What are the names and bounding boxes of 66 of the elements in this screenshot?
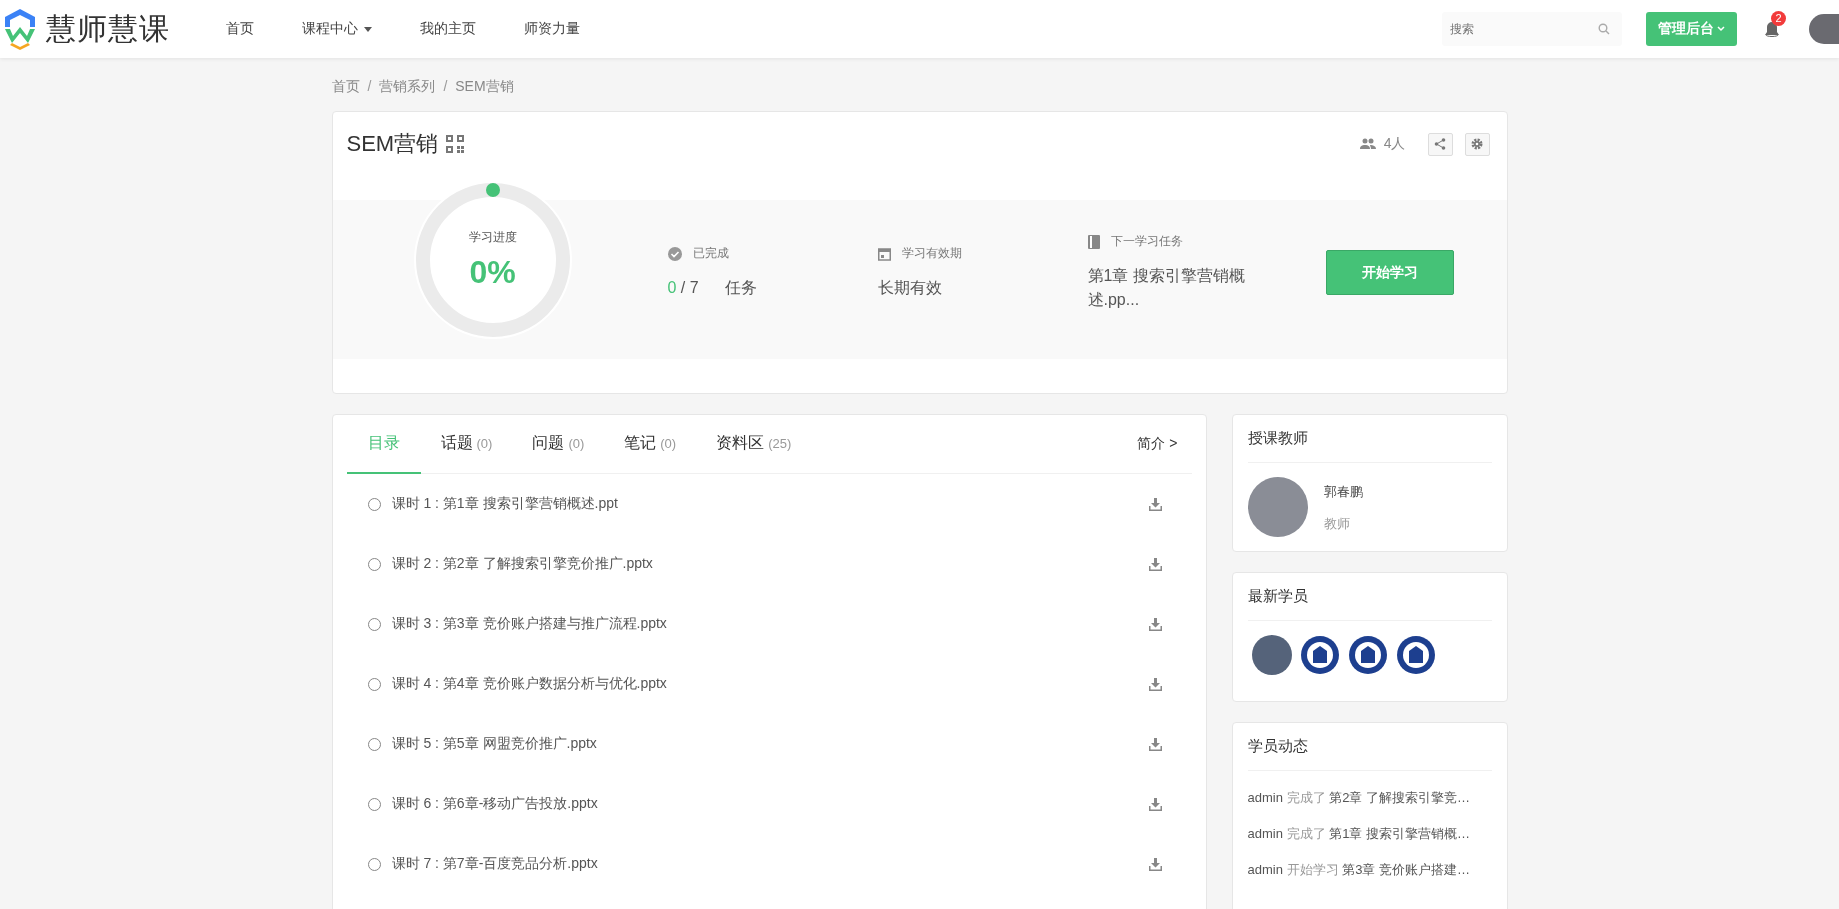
- search-field[interactable]: 搜索: [1442, 12, 1622, 46]
- student-emblem-avatar[interactable]: [1347, 635, 1388, 675]
- lesson-link[interactable]: 课时 3 : 第3章 竞价账户搭建与推广流程.pptx: [391, 615, 667, 633]
- nav-link[interactable]: 师资力量: [500, 20, 604, 38]
- check-circle-icon: [667, 246, 682, 261]
- calendar-icon: [877, 246, 891, 261]
- logo-text[interactable]: 慧师慧课: [46, 8, 170, 50]
- nav-link[interactable]: 我的主页: [396, 20, 500, 38]
- share-icon: [1434, 138, 1446, 150]
- download-icon[interactable]: [1148, 617, 1162, 631]
- lesson-link[interactable]: 课时 7 : 第7章-百度竞品分析.pptx: [391, 855, 598, 873]
- search-icon: [1598, 23, 1610, 35]
- student-emblem-avatar[interactable]: [1299, 635, 1340, 675]
- settings-icon: [1471, 138, 1483, 150]
- breadcrumb-separator: /: [367, 78, 372, 96]
- lesson-link[interactable]: 课时 2 : 第2章 了解搜索引擎竞价推广.pptx: [391, 555, 653, 573]
- lesson-link[interactable]: 课时 6 : 第6章-移动广告投放.pptx: [391, 795, 598, 813]
- download-icon[interactable]: [1148, 797, 1162, 811]
- progress-value: 0%: [469, 253, 516, 291]
- activity-entry: admin 完成了 第1章 搜索引擎营销概…: [1247, 825, 1471, 843]
- task-unit: 任务: [724, 278, 757, 298]
- nav-link[interactable]: 首页: [202, 20, 278, 38]
- section-heading: 学员动态: [1247, 723, 1492, 771]
- share-button[interactable]: [1427, 132, 1453, 156]
- stat-label: 下一学习任务: [1110, 233, 1183, 250]
- activity-entry: admin 完成了 第2章 了解搜索引擎竞…: [1247, 789, 1471, 807]
- chevron-down-icon: [1717, 26, 1725, 32]
- user-avatar[interactable]: [1809, 14, 1839, 44]
- download-icon[interactable]: [1148, 677, 1162, 691]
- teacher-role: 教师: [1323, 515, 1351, 533]
- bell-icon[interactable]: [1763, 20, 1781, 38]
- task-count: 0 / 7: [667, 278, 699, 298]
- notification-badge: 2: [1771, 11, 1786, 26]
- tab[interactable]: 问题 (0): [512, 415, 605, 474]
- download-icon[interactable]: [1148, 557, 1162, 571]
- stat-label: 已完成: [692, 245, 729, 262]
- stat-label: 学习有效期: [901, 245, 962, 262]
- lesson-link[interactable]: 课时 5 : 第5章 网盟竞价推广.pptx: [391, 735, 597, 753]
- download-icon[interactable]: [1148, 497, 1162, 511]
- course-title: SEM营销: [346, 130, 439, 158]
- member-count: 4人: [1383, 135, 1406, 153]
- download-icon[interactable]: [1148, 737, 1162, 751]
- stat-value: 长期有效: [877, 278, 942, 298]
- student-emblem-avatar[interactable]: [1395, 635, 1436, 675]
- settings-button[interactable]: [1464, 132, 1490, 156]
- nav-link[interactable]: 课程中心: [278, 20, 396, 38]
- lesson-link[interactable]: 课时 1 : 第1章 搜索引擎营销概述.ppt: [391, 495, 618, 513]
- people-icon: [1359, 138, 1376, 150]
- lesson-link[interactable]: 课时 4 : 第4章 竞价账户数据分析与优化.pptx: [391, 675, 667, 693]
- activity-entry: admin 开始学习 第3章 竞价账户搭建…: [1247, 861, 1471, 879]
- book-icon: [1087, 234, 1100, 249]
- logo-icon: [2, 7, 38, 51]
- progress-label: 学习进度: [468, 228, 517, 246]
- student-avatar[interactable]: [1251, 635, 1292, 675]
- download-icon[interactable]: [1148, 857, 1162, 871]
- section-heading: 授课教师: [1247, 415, 1492, 463]
- qr-code-icon[interactable]: [446, 135, 465, 153]
- tab[interactable]: 资料区 (25): [696, 415, 812, 474]
- intro-link[interactable]: 简介 >: [1137, 415, 1192, 473]
- teacher-name[interactable]: 郭春鹏: [1323, 483, 1363, 501]
- tab[interactable]: 笔记 (0): [604, 415, 697, 474]
- section-heading: 最新学员: [1247, 573, 1492, 621]
- progress-dot: [485, 182, 500, 197]
- stat-value: 第1章 搜索引擎营销概述.pp...: [1087, 266, 1246, 310]
- breadcrumb-separator: /: [443, 78, 448, 96]
- tab[interactable]: 话题 (0): [420, 415, 513, 474]
